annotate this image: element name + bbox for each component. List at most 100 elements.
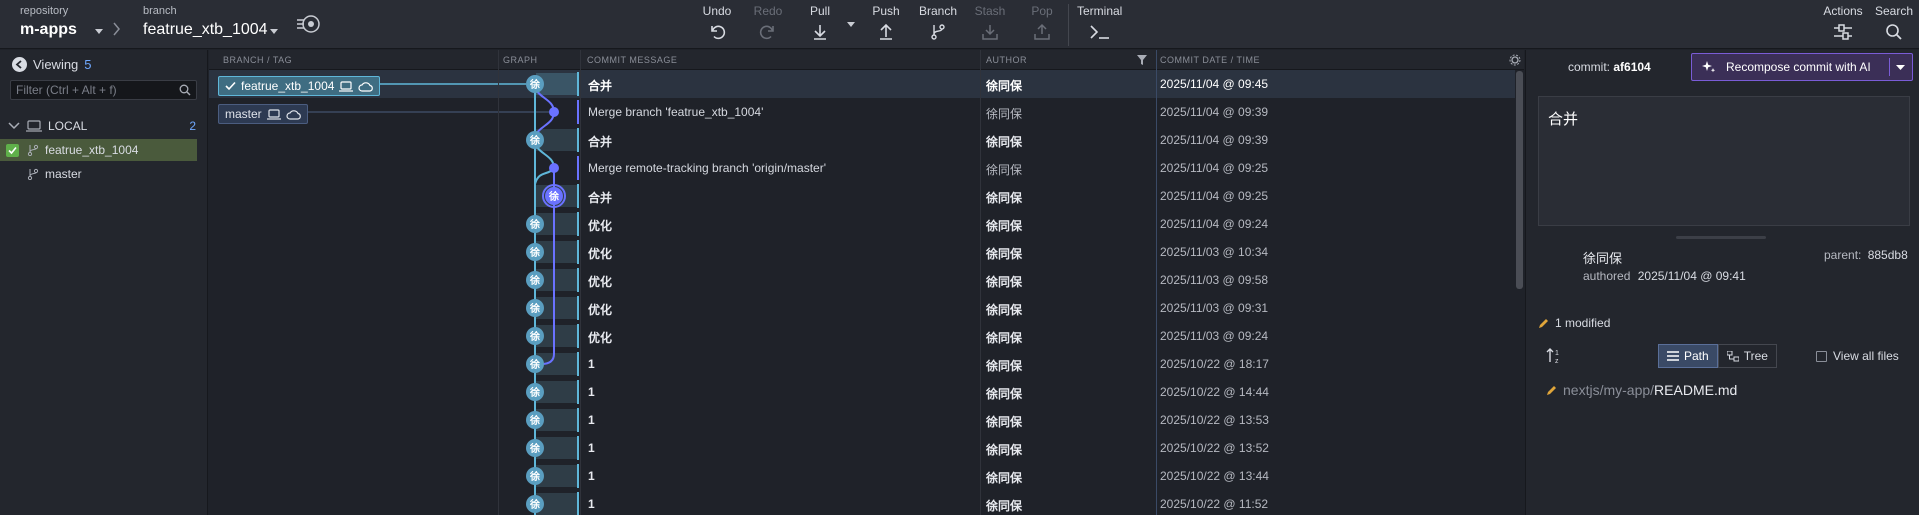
commit-message: 合并: [588, 79, 613, 93]
push-icon: [880, 23, 892, 40]
view-all-files-toggle[interactable]: View all files: [1816, 349, 1899, 363]
column-author[interactable]: AUTHOR: [986, 55, 1027, 65]
commit-avatar-node[interactable]: 徐: [526, 467, 544, 485]
commit-message: 1: [588, 497, 595, 511]
commit-date: 2025/11/04 @ 09:45: [1160, 77, 1269, 91]
authored-line: authored 2025/11/04 @ 09:41: [1583, 269, 1746, 283]
commit-author: 徐同保: [986, 443, 1023, 457]
commit-avatar-node[interactable]: 徐: [526, 299, 544, 317]
gear-icon[interactable]: [1509, 54, 1521, 66]
commit-author: 徐同保: [986, 303, 1023, 317]
commit-avatar-node[interactable]: 徐: [526, 215, 544, 233]
pull-button[interactable]: Pull: [803, 4, 837, 41]
svg-text:z: z: [1555, 358, 1559, 365]
branch-button[interactable]: Branch: [917, 4, 959, 41]
commit-avatar-node[interactable]: 徐: [526, 243, 544, 261]
local-count: 2: [189, 119, 196, 133]
commit-message: 优化: [588, 331, 613, 345]
branch-chevron-down-icon[interactable]: [270, 29, 278, 34]
commit-author: 徐同保: [986, 275, 1023, 289]
svg-text:徐: 徐: [548, 190, 559, 203]
commit-avatar-node[interactable]: 徐: [526, 75, 544, 93]
column-commit-date[interactable]: COMMIT DATE / TIME: [1160, 55, 1260, 65]
merge-commit-dot[interactable]: [549, 107, 559, 117]
sidebar-branch-featrue-xtb-1004[interactable]: featrue_xtb_1004: [0, 139, 197, 161]
resize-grip[interactable]: [1676, 236, 1766, 239]
undo-button[interactable]: Undo: [700, 4, 734, 41]
left-sidebar: Viewing 5 LOCAL 2 featrue_xtb_1004 maste…: [0, 50, 208, 515]
filter-icon[interactable]: [1136, 54, 1148, 66]
search-button[interactable]: Search: [1874, 4, 1914, 41]
commit-sha[interactable]: af6104: [1613, 60, 1650, 74]
commit-message-text: 合并: [1548, 111, 1579, 128]
commit-detail-panel: commit: af6104 Recompose commit with AI …: [1525, 50, 1919, 515]
commit-date: 2025/11/04 @ 09:39: [1160, 105, 1269, 119]
commit-avatar-node[interactable]: 徐: [526, 355, 544, 373]
commit-message: 1: [588, 413, 595, 427]
recompose-commit-ai-button[interactable]: Recompose commit with AI: [1691, 53, 1913, 81]
svg-text:徐: 徐: [529, 386, 540, 399]
branch-selector[interactable]: featrue_xtb_1004: [143, 21, 268, 39]
chevron-down-icon[interactable]: [1896, 65, 1905, 71]
pull-options-chevron-down-icon[interactable]: [847, 22, 855, 27]
search-icon: [1886, 24, 1902, 40]
column-graph[interactable]: GRAPH: [503, 55, 538, 65]
commit-avatar-node[interactable]: 徐: [542, 184, 566, 208]
branch-tag-featrue-xtb-1004[interactable]: featrue_xtb_1004: [218, 76, 381, 96]
tree-view-button[interactable]: Tree: [1717, 344, 1777, 368]
authored-date: 2025/11/04 @ 09:41: [1637, 269, 1746, 283]
check-icon: [225, 81, 236, 91]
commit-message: 1: [588, 385, 595, 399]
sort-icon[interactable]: 1z: [1546, 347, 1564, 365]
actions-label: Actions: [1823, 4, 1863, 18]
search-label: Search: [1874, 4, 1914, 18]
commit-message: 优化: [588, 219, 613, 233]
commit-avatar-node[interactable]: 徐: [526, 383, 544, 401]
commit-message: Merge remote-tracking branch 'origin/mas…: [588, 161, 827, 175]
file-directory: nextjs/my-app/: [1563, 382, 1655, 398]
push-button[interactable]: Push: [869, 4, 903, 41]
commit-avatar-node[interactable]: 徐: [526, 495, 544, 513]
stash-button[interactable]: Stash: [972, 4, 1008, 41]
column-branch-tag[interactable]: BRANCH / TAG: [223, 55, 292, 65]
column-commit-message[interactable]: COMMIT MESSAGE: [587, 55, 677, 65]
vertical-scrollbar[interactable]: [1516, 71, 1523, 289]
svg-text:徐: 徐: [529, 218, 540, 231]
repository-selector[interactable]: m-apps: [20, 21, 77, 39]
pull-label: Pull: [809, 4, 830, 18]
merge-commit-dot[interactable]: [549, 163, 559, 173]
parent-sha[interactable]: 885db8: [1868, 248, 1908, 262]
redo-button[interactable]: Redo: [751, 4, 785, 41]
svg-text:徐: 徐: [529, 78, 540, 91]
commit-label: commit:: [1568, 60, 1610, 74]
chevron-right-icon: [113, 22, 120, 36]
sidebar-branch-label: master: [45, 167, 82, 181]
commit-author: 徐同保: [986, 163, 1023, 177]
commit-avatar-node[interactable]: 徐: [526, 439, 544, 457]
collapse-sidebar-icon[interactable]: [12, 57, 27, 72]
commit-avatar-node[interactable]: 徐: [526, 411, 544, 429]
actions-button[interactable]: Actions: [1821, 4, 1865, 41]
sidebar-branch-master[interactable]: master: [0, 163, 208, 185]
repository-chevron-down-icon[interactable]: [95, 29, 103, 34]
commit-author: 徐同保: [986, 471, 1023, 485]
filter-field[interactable]: [10, 80, 197, 100]
path-view-button[interactable]: Path: [1658, 344, 1718, 368]
tree-icon: [1726, 350, 1739, 361]
branch-tag-master[interactable]: master: [218, 104, 308, 124]
commit-avatar-node[interactable]: 徐: [526, 327, 544, 345]
filter-input[interactable]: [11, 81, 171, 99]
local-section-header[interactable]: LOCAL 2: [0, 116, 208, 136]
terminal-button[interactable]: Terminal: [1077, 4, 1127, 41]
cloud-icon: [286, 109, 301, 120]
pop-button[interactable]: Pop: [1025, 4, 1059, 41]
commit-avatar-node[interactable]: 徐: [526, 271, 544, 289]
launchpad-icon[interactable]: [296, 13, 322, 35]
changed-file-item[interactable]: nextjs/my-app/README.md: [1546, 382, 1737, 398]
local-label: LOCAL: [48, 119, 88, 133]
commit-avatar-node[interactable]: 徐: [526, 131, 544, 149]
search-icon: [179, 84, 191, 96]
commit-message-box[interactable]: 合并: [1538, 96, 1910, 226]
view-all-files-checkbox[interactable]: [1816, 350, 1827, 362]
ai-button-label: Recompose commit with AI: [1726, 60, 1871, 74]
